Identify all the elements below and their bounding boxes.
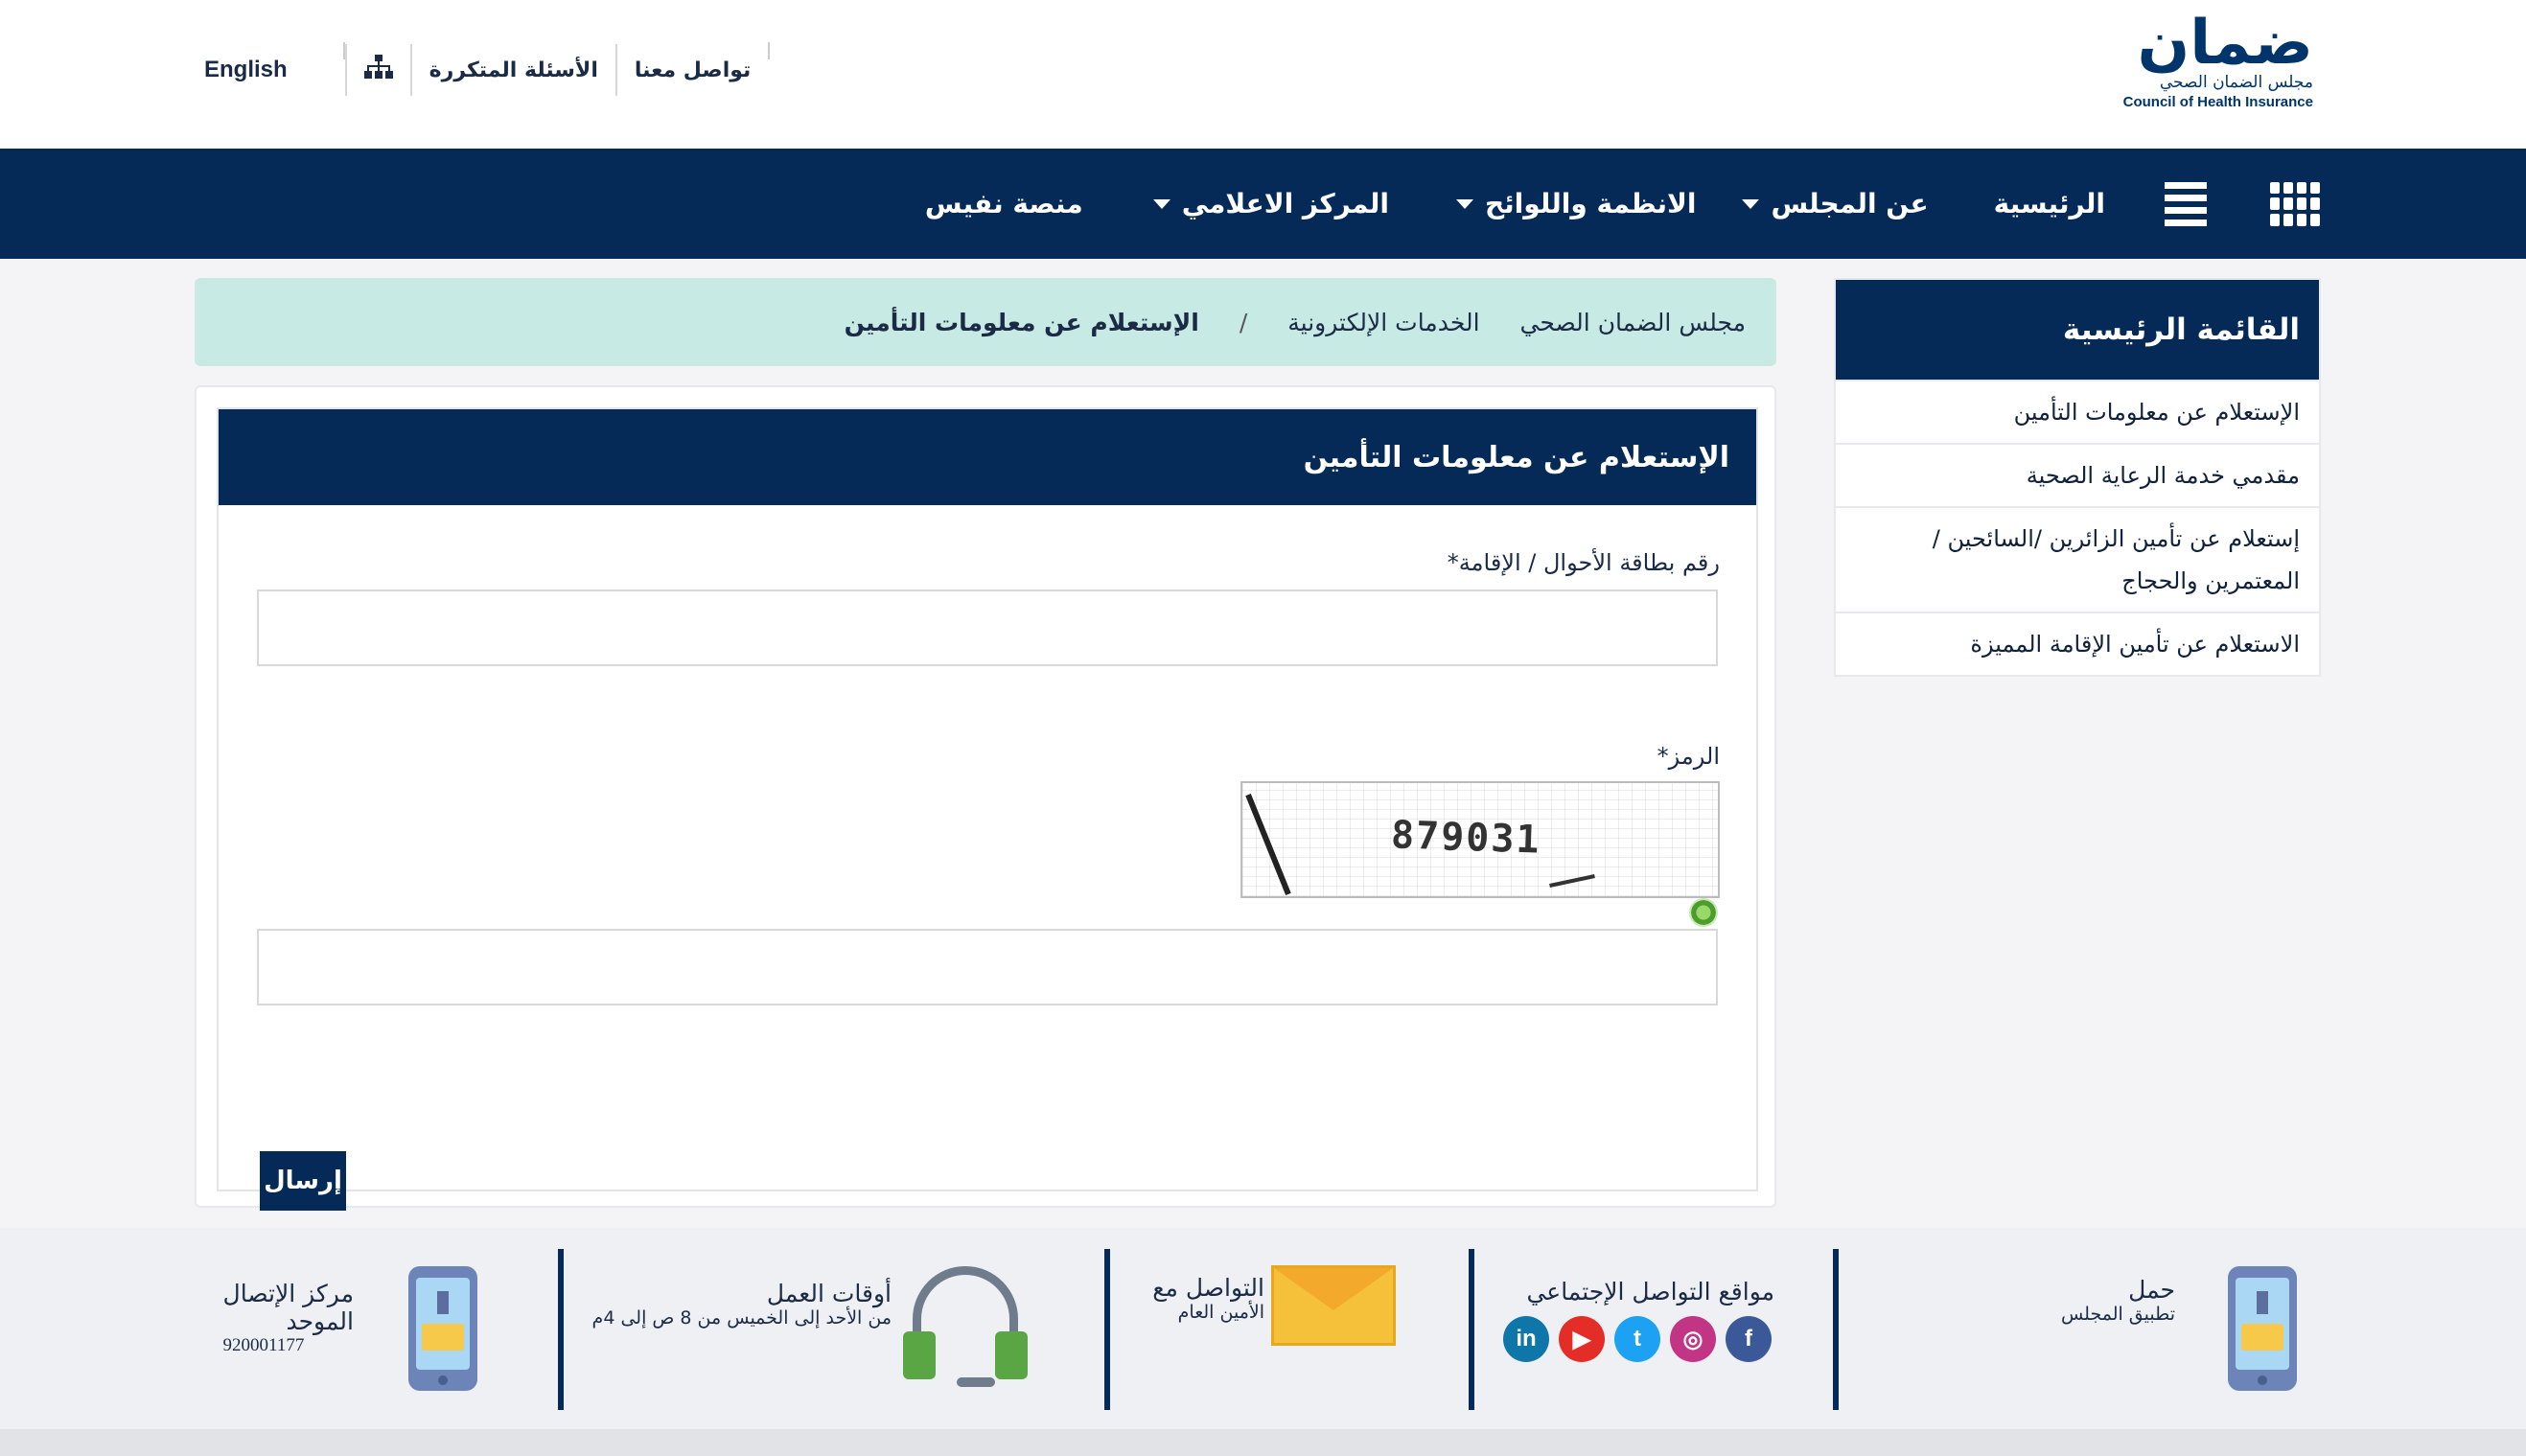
linkedin-icon[interactable]: in [1503, 1316, 1549, 1362]
nav-about-label: عن المجلس [1771, 188, 1929, 220]
footer-hours: أوقات العمل من الأحد إلى الخميس من 8 ص إ… [592, 1280, 892, 1329]
divider [768, 42, 771, 59]
captcha-image: 879031 [1240, 781, 1720, 898]
footer-app-line2: تطبيق المجلس [2060, 1304, 2175, 1325]
footer-divider [1469, 1249, 1474, 1410]
nav-regulations-label: الانظمة واللوائح [1484, 188, 1697, 220]
footer-app-line1: حمل [2128, 1276, 2175, 1304]
sidebar-item-healthcare-providers[interactable]: مقدمي خدمة الرعاية الصحية [1836, 443, 2319, 506]
nav-about[interactable]: عن المجلس [1742, 188, 1929, 220]
captcha-noise [1245, 793, 1291, 896]
footer-callcenter-line2: الموحد [286, 1307, 354, 1335]
footer-social-title-text: مواقع التواصل الإجتماعي [1526, 1278, 1774, 1306]
breadcrumb-current: الإستعلام عن معلومات التأمين [844, 308, 1199, 336]
caret-down-icon [1152, 198, 1170, 209]
sidebar-main-menu: القائمة الرئيسية الإستعلام عن معلومات ال… [1834, 278, 2321, 677]
hamburger-menu-icon[interactable] [2165, 181, 2207, 226]
insurance-inquiry-form: الإستعلام عن معلومات التأمين رقم بطاقة ا… [217, 407, 1758, 1211]
footer-divider [558, 1249, 564, 1410]
nav-media-center[interactable]: المركز الاعلامي [1152, 188, 1389, 220]
contact-us-link[interactable]: تواصل معنا [617, 58, 768, 82]
footer-hours-line1: أوقات العمل [766, 1280, 892, 1307]
footer-app[interactable]: حمل تطبيق المجلس [2061, 1276, 2175, 1325]
nav-media-center-label: المركز الاعلامي [1181, 188, 1389, 220]
social-icons: in ▶ t ◎ f [1503, 1316, 1772, 1362]
headset-icon [901, 1266, 1030, 1393]
nav-nafis-label: منصة نفيس [924, 188, 1083, 220]
footer-callcenter-number: 920001177 [222, 1335, 305, 1355]
footer-hours-line2: من الأحد إلى الخميس من 8 ص إلى 4م [591, 1307, 892, 1329]
nav-regulations[interactable]: الانظمة واللوائح [1455, 188, 1697, 220]
caret-down-icon [1742, 198, 1760, 209]
breadcrumb-separator: / [1239, 308, 1248, 336]
captcha-text: 879031 [1390, 813, 1542, 863]
sitemap-icon[interactable] [347, 55, 410, 85]
apps-grid-icon[interactable] [2270, 181, 2320, 226]
footer-callcenter-line1: مركز الإتصال [222, 1280, 354, 1307]
footer: حمل تطبيق المجلس مواقع التواصل الإجتماعي… [0, 1228, 2526, 1429]
breadcrumb-home[interactable]: مجلس الضمان الصحي [1520, 309, 1746, 336]
breadcrumb: مجلس الضمان الصحي الخدمات الإلكترونية / … [195, 278, 1776, 366]
faq-link[interactable]: الأسئلة المتكررة [412, 58, 615, 82]
logo-subtitle-ar: مجلس الضمان الصحي [2159, 73, 2313, 92]
nav-home[interactable]: الرئيسية [1994, 188, 2105, 220]
footer-contact[interactable]: التواصل مع الأمين العام [1152, 1274, 1264, 1323]
phone-download-icon[interactable] [2228, 1266, 2297, 1391]
facebook-icon[interactable]: f [1726, 1316, 1772, 1362]
logo-subtitle-en: Council of Health Insurance [2122, 94, 2313, 110]
captcha-code-label: الرمز* [1657, 743, 1720, 770]
id-number-label: رقم بطاقة الأحوال / الإقامة* [1447, 549, 1720, 576]
main-navbar: الرئيسية عن المجلس الانظمة واللوائح المر… [0, 149, 2526, 259]
sitemap-icon-svg [363, 55, 393, 79]
form-panel-container: الإستعلام عن معلومات التأمين رقم بطاقة ا… [195, 385, 1776, 1211]
sidebar-item-visitors-insurance[interactable]: إستعلام عن تأمين الزائرين /السائحين / ال… [1836, 506, 2319, 612]
caret-down-icon [1455, 198, 1473, 209]
twitter-icon[interactable]: t [1614, 1316, 1660, 1362]
logo-wordmark: ضمان [2137, 8, 2315, 79]
nav-home-label: الرئيسية [1993, 188, 2105, 220]
ceo-logo[interactable]: ضمان مجلس الضمان الصحي Council of Health… [2102, 8, 2315, 113]
sidebar-item-insurance-inquiry[interactable]: الإستعلام عن معلومات التأمين [1836, 380, 2319, 443]
refresh-icon[interactable] [1689, 898, 1718, 927]
footer-divider [1104, 1249, 1110, 1410]
submit-button[interactable]: إرسال [260, 1151, 346, 1211]
id-number-input[interactable] [257, 589, 1718, 666]
top-links: English الأسئلة المتكررة تواصل معنا [187, 42, 771, 98]
phone-download-icon[interactable] [408, 1266, 477, 1391]
mail-icon[interactable] [1271, 1265, 1396, 1346]
captcha-code-input[interactable] [257, 929, 1718, 1005]
nav-nafis-platform[interactable]: منصة نفيس [925, 188, 1083, 220]
youtube-icon[interactable]: ▶ [1559, 1316, 1605, 1362]
top-header: ضمان مجلس الضمان الصحي Council of Health… [0, 0, 2526, 149]
instagram-icon[interactable]: ◎ [1670, 1316, 1716, 1362]
footer-contact-line2: الأمين العام [1177, 1302, 1264, 1323]
language-switch-link[interactable]: English [187, 57, 305, 83]
footer-divider [1833, 1249, 1839, 1410]
breadcrumb-eservices[interactable]: الخدمات الإلكترونية [1287, 309, 1479, 336]
nav-items: الرئيسية عن المجلس الانظمة واللوائح المر… [925, 149, 2320, 259]
footer-callcenter[interactable]: مركز الإتصال الموحد 920001177 [223, 1280, 354, 1356]
footer-social-title: مواقع التواصل الإجتماعي [1526, 1278, 1774, 1306]
captcha-noise [1549, 874, 1595, 888]
footer-bottom-bar [0, 1429, 2526, 1456]
footer-contact-line1: التواصل مع [1152, 1274, 1264, 1302]
sidebar-title: القائمة الرئيسية [1836, 280, 2319, 380]
form-title: الإستعلام عن معلومات التأمين [219, 409, 1756, 505]
sidebar-item-premium-residency[interactable]: الاستعلام عن تأمين الإقامة المميزة [1836, 612, 2319, 675]
